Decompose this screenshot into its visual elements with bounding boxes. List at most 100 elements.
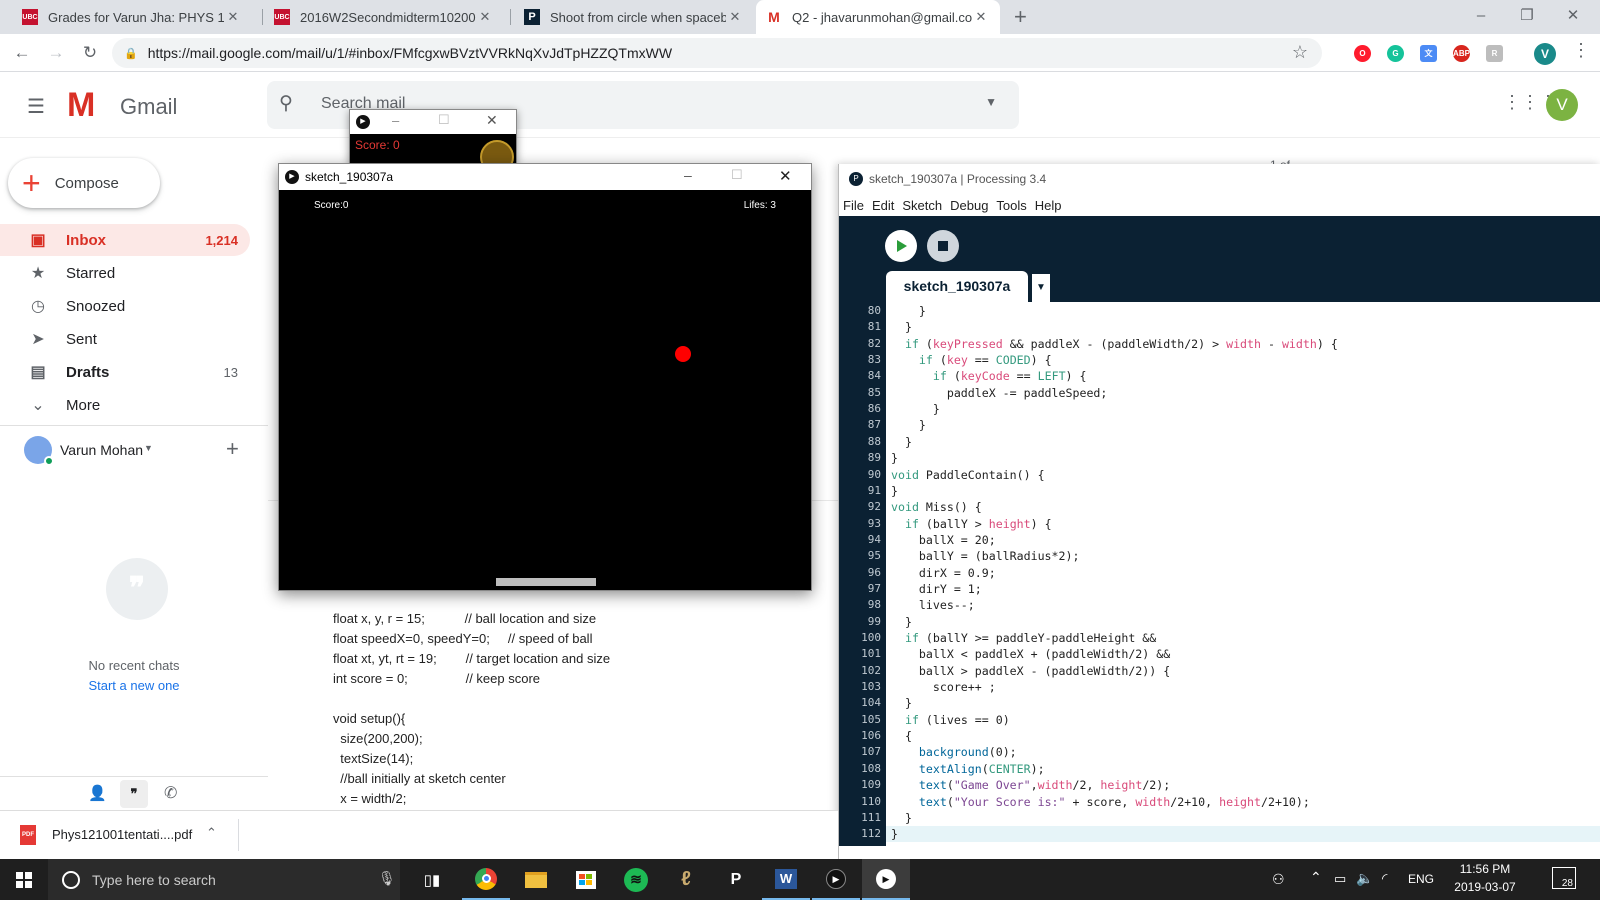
opera-icon[interactable]: O bbox=[1354, 45, 1371, 62]
code-line[interactable]: if (lives == 0) bbox=[891, 713, 1010, 727]
maximize-icon[interactable]: ☐ bbox=[438, 112, 450, 128]
clock-time[interactable]: 11:56 PM bbox=[1440, 862, 1530, 876]
sidebar-item-starred[interactable]: ★ Starred bbox=[0, 257, 250, 289]
profile-avatar[interactable]: V bbox=[1534, 43, 1556, 65]
maximize-icon[interactable]: ☐ bbox=[731, 167, 743, 183]
close-icon[interactable]: ✕ bbox=[779, 167, 792, 185]
sketch-window[interactable]: ▶ sketch_190307a – ☐ ✕ Score:0 Lifes: 3 bbox=[278, 163, 812, 591]
code-line[interactable]: score++ ; bbox=[891, 680, 996, 694]
browser-tab[interactable]: UBC 2016W2Secondmidterm102001.p ✕ bbox=[264, 0, 504, 34]
code-line[interactable]: lives--; bbox=[891, 598, 975, 612]
minimize-icon[interactable]: – bbox=[392, 113, 399, 128]
league-of-legends-icon[interactable]: ℓ bbox=[662, 859, 710, 900]
game-canvas[interactable]: Score:0 Lifes: 3 bbox=[279, 190, 811, 590]
contacts-person-icon[interactable]: 👤 bbox=[88, 784, 107, 802]
menu-tools[interactable]: Tools bbox=[996, 198, 1026, 213]
code-line[interactable]: } bbox=[891, 827, 898, 841]
store-icon[interactable] bbox=[562, 859, 610, 900]
back-button[interactable]: ← bbox=[10, 42, 34, 66]
chrome-icon[interactable] bbox=[462, 859, 510, 900]
code-line[interactable]: } bbox=[891, 451, 898, 465]
code-line[interactable]: } bbox=[891, 304, 926, 318]
compose-button[interactable]: + Compose bbox=[8, 158, 160, 208]
user-dropdown-icon[interactable]: ▼ bbox=[144, 443, 153, 453]
hangouts-chat-icon[interactable]: ❞ bbox=[120, 780, 148, 808]
new-tab-button[interactable]: + bbox=[1014, 4, 1027, 30]
code-line[interactable]: } bbox=[891, 402, 940, 416]
search-icon[interactable]: ⚲ bbox=[279, 92, 293, 115]
sidebar-item-snoozed[interactable]: ◷ Snoozed bbox=[0, 290, 250, 322]
windows-start-icon[interactable] bbox=[0, 859, 48, 900]
code-line[interactable]: textAlign(CENTER); bbox=[891, 762, 1045, 776]
language-indicator[interactable]: ENG bbox=[1408, 872, 1434, 886]
sidebar-item-more[interactable]: ⌄ More bbox=[0, 389, 250, 421]
processing-sketch-icon[interactable]: ▶ bbox=[812, 859, 860, 900]
code-line[interactable]: } bbox=[891, 484, 898, 498]
menu-debug[interactable]: Debug bbox=[950, 198, 988, 213]
battery-icon[interactable]: ▭ bbox=[1334, 871, 1346, 887]
processing-ide-window[interactable]: P sketch_190307a | Processing 3.4 File E… bbox=[838, 164, 1600, 859]
new-chat-plus-icon[interactable]: + bbox=[226, 436, 239, 462]
minimize-window-button[interactable]: – bbox=[1458, 0, 1504, 34]
chevron-up-icon[interactable]: ⌃ bbox=[206, 825, 217, 841]
restore-window-button[interactable]: ❐ bbox=[1504, 0, 1550, 34]
phone-icon[interactable]: ✆ bbox=[164, 783, 177, 803]
stop-button[interactable] bbox=[927, 230, 959, 262]
tab-dropdown-icon[interactable]: ▼ bbox=[1032, 274, 1050, 302]
reload-button[interactable]: ↻ bbox=[78, 42, 102, 66]
menu-kebab-icon[interactable]: ⋮ bbox=[1572, 40, 1590, 61]
code-line[interactable]: ballX < paddleX + (paddleWidth/2) && bbox=[891, 647, 1170, 661]
code-line[interactable]: dirY = 1; bbox=[891, 582, 982, 596]
code-line[interactable]: ballX > paddleX - (paddleWidth/2)) { bbox=[891, 664, 1170, 678]
code-line[interactable]: ballX = 20; bbox=[891, 533, 996, 547]
run-button[interactable] bbox=[885, 230, 917, 262]
code-editor[interactable]: 80 81 82 83 84 85 86 87 88 89 90 91 92 93 94 95 96 97 98 99… bbox=[839, 302, 1600, 846]
sidebar-item-drafts[interactable]: ▤ Drafts 13 bbox=[0, 356, 250, 388]
volume-icon[interactable]: 🔈 bbox=[1356, 870, 1373, 887]
close-icon[interactable]: ✕ bbox=[486, 112, 498, 129]
menu-help[interactable]: Help bbox=[1035, 198, 1062, 213]
grammarly-icon[interactable]: G bbox=[1387, 45, 1404, 62]
sketch-titlebar[interactable]: ▶ sketch_190307a – ☐ ✕ bbox=[279, 164, 811, 190]
adblock-plus-icon[interactable]: ABP bbox=[1453, 45, 1470, 62]
spotify-icon[interactable]: ≋ bbox=[612, 859, 660, 900]
download-filename[interactable]: Phys121001tentati....pdf bbox=[52, 827, 192, 842]
code-line[interactable]: dirX = 0.9; bbox=[891, 566, 996, 580]
sidebar-item-sent[interactable]: ➤ Sent bbox=[0, 323, 250, 355]
translate-icon[interactable]: 文 bbox=[1420, 45, 1437, 62]
code-line[interactable]: paddleX -= paddleSpeed; bbox=[891, 386, 1108, 400]
wifi-icon[interactable]: ◜ bbox=[1382, 870, 1387, 887]
code-line[interactable]: { bbox=[891, 729, 912, 743]
search-options-icon[interactable]: ▼ bbox=[985, 95, 997, 109]
code-line[interactable]: text("Your Score is:" + score, width/2+1… bbox=[891, 795, 1310, 809]
ide-titlebar[interactable]: P sketch_190307a | Processing 3.4 bbox=[839, 164, 1600, 194]
people-icon[interactable]: ⚇ bbox=[1272, 871, 1285, 888]
menu-file[interactable]: File bbox=[843, 198, 864, 213]
processing-sketch-active-icon[interactable]: ▶ bbox=[862, 859, 910, 900]
processing-ide-icon[interactable]: P bbox=[712, 859, 760, 900]
file-explorer-icon[interactable] bbox=[512, 859, 560, 900]
sidebar-item-inbox[interactable]: ▣ Inbox 1,214 bbox=[0, 224, 250, 256]
code-line[interactable]: if (keyCode == LEFT) { bbox=[891, 369, 1087, 383]
microphone-icon[interactable]: 🎙 bbox=[378, 870, 396, 887]
close-tab-icon[interactable]: ✕ bbox=[972, 9, 990, 25]
clock-date[interactable]: 2019-03-07 bbox=[1440, 880, 1530, 894]
code-line[interactable]: } bbox=[891, 320, 912, 334]
code-line[interactable]: if (keyPressed && paddleX - (paddleWidth… bbox=[891, 337, 1338, 351]
close-window-button[interactable]: ✕ bbox=[1550, 0, 1596, 34]
browser-tab[interactable]: UBC Grades for Varun Jha: PHYS 121 1 ✕ bbox=[12, 0, 252, 34]
sketch-tab[interactable]: sketch_190307a bbox=[886, 271, 1028, 302]
code-line[interactable]: } bbox=[891, 615, 912, 629]
show-hidden-icons-chevron[interactable]: ⌃ bbox=[1310, 869, 1322, 886]
notification-center-icon[interactable]: 28 bbox=[1552, 867, 1576, 889]
close-tab-icon[interactable]: ✕ bbox=[476, 9, 494, 25]
word-icon[interactable]: W bbox=[762, 859, 810, 900]
code-line[interactable]: } bbox=[891, 418, 926, 432]
hangouts-user-name[interactable]: Varun Mohan bbox=[60, 442, 143, 458]
extension-icon[interactable]: R bbox=[1486, 45, 1503, 62]
code-line[interactable]: } bbox=[891, 811, 912, 825]
forward-button[interactable]: → bbox=[44, 42, 68, 66]
browser-tab[interactable]: P Shoot from circle when spacebar ✕ bbox=[514, 0, 754, 34]
taskbar-search-box[interactable]: Type here to search 🎙 bbox=[48, 859, 400, 900]
code-line[interactable]: text("Game Over",width/2, height/2); bbox=[891, 778, 1170, 792]
